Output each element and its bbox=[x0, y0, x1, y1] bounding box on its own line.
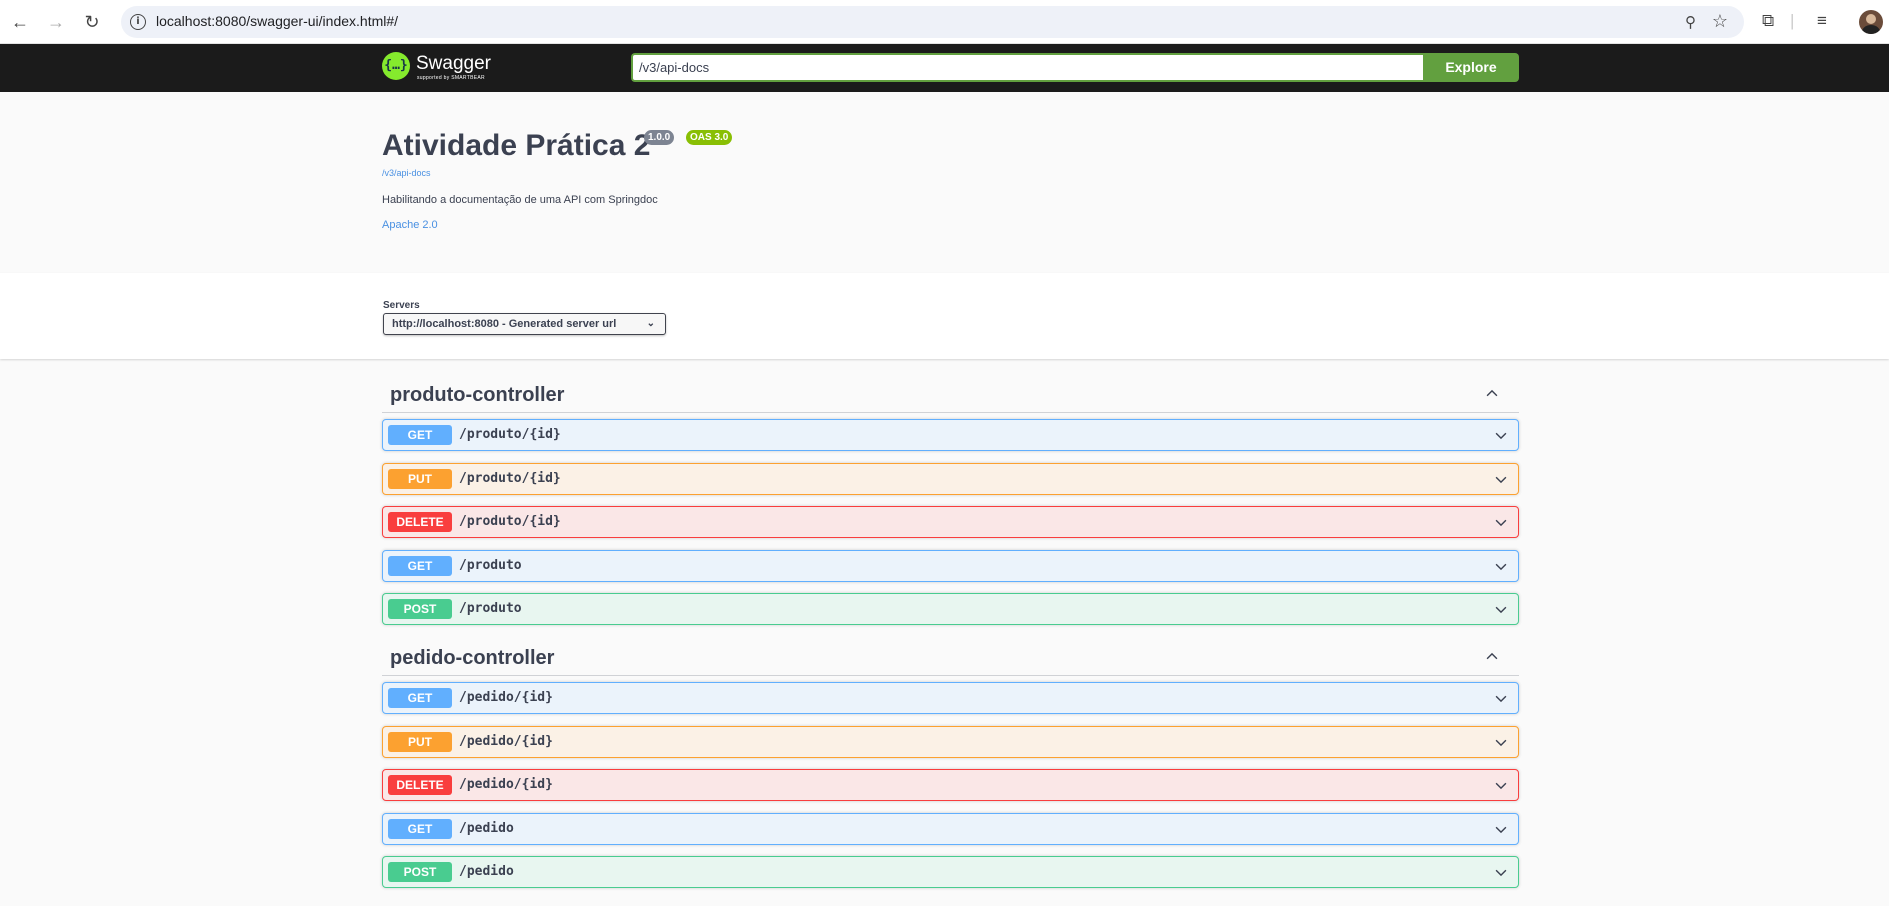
operation-get[interactable]: GET/produto/{id} bbox=[382, 419, 1519, 451]
chevron-down-icon[interactable] bbox=[1494, 516, 1508, 530]
address-bar[interactable]: i localhost:8080/swagger-ui/index.html#/… bbox=[121, 6, 1744, 38]
chevron-down-icon[interactable] bbox=[1494, 692, 1508, 706]
extensions-icon[interactable]: ⧉ bbox=[1762, 11, 1774, 31]
api-description: Habilitando a documentação de uma API co… bbox=[382, 194, 658, 206]
tag-header-produto-controller[interactable]: produto-controller bbox=[382, 376, 1519, 413]
version-badge: 1.0.0 bbox=[644, 130, 675, 145]
operation-delete[interactable]: DELETE/pedido/{id} bbox=[382, 769, 1519, 801]
site-info-icon[interactable]: i bbox=[130, 14, 146, 30]
method-badge: GET bbox=[388, 555, 452, 576]
operation-path: /pedido/{id} bbox=[459, 733, 553, 749]
avatar[interactable] bbox=[1859, 10, 1883, 34]
operation-get[interactable]: GET/pedido bbox=[382, 812, 1519, 845]
page-title: Atividade Prática 2 bbox=[382, 129, 651, 162]
tag-header-pedido-controller[interactable]: pedido-controller bbox=[382, 639, 1519, 676]
oas-badge: OAS 3.0 bbox=[686, 130, 733, 145]
servers-section: Servers http://localhost:8080 - Generate… bbox=[0, 273, 1889, 359]
method-badge: GET bbox=[388, 425, 452, 445]
browser-toolbar: ← → ↻ i localhost:8080/swagger-ui/index.… bbox=[0, 0, 1889, 44]
forward-icon[interactable]: → bbox=[45, 11, 67, 33]
license-link[interactable]: Apache 2.0 bbox=[382, 219, 438, 231]
operation-path: /produto/{id} bbox=[459, 427, 561, 442]
method-badge: GET bbox=[388, 818, 452, 839]
toolbar-divider: | bbox=[1790, 11, 1795, 30]
servers-label: Servers bbox=[383, 300, 420, 311]
zoom-icon[interactable]: ⚲ bbox=[1685, 13, 1696, 31]
operation-path: /produto bbox=[459, 557, 522, 573]
chevron-up-icon[interactable] bbox=[1485, 649, 1499, 663]
operation-path: /pedido/{id} bbox=[459, 777, 553, 792]
bookmark-star-icon[interactable]: ☆ bbox=[1712, 11, 1728, 32]
servers-selected-value: http://localhost:8080 - Generated server… bbox=[392, 318, 617, 330]
servers-select[interactable]: http://localhost:8080 - Generated server… bbox=[383, 313, 666, 335]
chevron-down-icon[interactable] bbox=[1494, 866, 1508, 880]
swagger-topbar: {…} Swagger supported by SMARTBEAR /v3/a… bbox=[0, 44, 1889, 92]
method-badge: DELETE bbox=[388, 775, 452, 795]
swagger-logo-sub: supported by SMARTBEAR bbox=[417, 75, 485, 81]
method-badge: GET bbox=[388, 688, 452, 708]
chevron-down-icon: ⌄ bbox=[646, 318, 655, 329]
chevron-down-icon[interactable] bbox=[1494, 603, 1508, 617]
operation-path: /produto bbox=[459, 601, 522, 616]
api-info: Atividade Prática 2 1.0.0 OAS 3.0 /v3/ap… bbox=[0, 92, 1889, 273]
operation-post[interactable]: POST/pedido bbox=[382, 856, 1519, 888]
back-icon[interactable]: ← bbox=[9, 11, 31, 33]
operation-path: /pedido bbox=[459, 820, 514, 836]
chevron-down-icon[interactable] bbox=[1494, 429, 1508, 443]
swagger-logo-icon: {…} bbox=[382, 52, 410, 80]
chevron-down-icon[interactable] bbox=[1494, 473, 1508, 487]
operation-delete[interactable]: DELETE/produto/{id} bbox=[382, 506, 1519, 538]
chevron-up-icon[interactable] bbox=[1485, 386, 1499, 400]
api-url-input[interactable]: /v3/api-docs bbox=[631, 53, 1423, 82]
method-badge: DELETE bbox=[388, 512, 452, 532]
tag-name[interactable]: pedido-controller bbox=[390, 647, 554, 670]
chevron-down-icon[interactable] bbox=[1494, 560, 1508, 574]
operation-post[interactable]: POST/produto bbox=[382, 593, 1519, 625]
operation-get[interactable]: GET/produto bbox=[382, 549, 1519, 582]
operation-get[interactable]: GET/pedido/{id} bbox=[382, 682, 1519, 714]
url-text[interactable]: localhost:8080/swagger-ui/index.html#/ bbox=[156, 13, 398, 29]
operation-put[interactable]: PUT/pedido/{id} bbox=[382, 725, 1519, 758]
method-badge: POST bbox=[388, 599, 452, 619]
operation-put[interactable]: PUT/produto/{id} bbox=[382, 462, 1519, 495]
chevron-down-icon[interactable] bbox=[1494, 823, 1508, 837]
explore-button[interactable]: Explore bbox=[1423, 53, 1519, 82]
chevron-down-icon[interactable] bbox=[1494, 779, 1508, 793]
spec-link[interactable]: /v3/api-docs bbox=[382, 168, 431, 178]
media-control-icon[interactable]: ≡ bbox=[1817, 11, 1827, 31]
operation-path: /produto/{id} bbox=[459, 514, 561, 529]
method-badge: PUT bbox=[388, 731, 452, 752]
operation-path: /produto/{id} bbox=[459, 470, 561, 486]
chevron-down-icon[interactable] bbox=[1494, 736, 1508, 750]
tag-name[interactable]: produto-controller bbox=[390, 384, 564, 407]
operation-path: /pedido/{id} bbox=[459, 690, 553, 705]
swagger-logo-name: Swagger bbox=[416, 53, 491, 74]
reload-icon[interactable]: ↻ bbox=[81, 11, 103, 33]
method-badge: PUT bbox=[388, 468, 452, 489]
method-badge: POST bbox=[388, 862, 452, 882]
operation-path: /pedido bbox=[459, 864, 514, 879]
